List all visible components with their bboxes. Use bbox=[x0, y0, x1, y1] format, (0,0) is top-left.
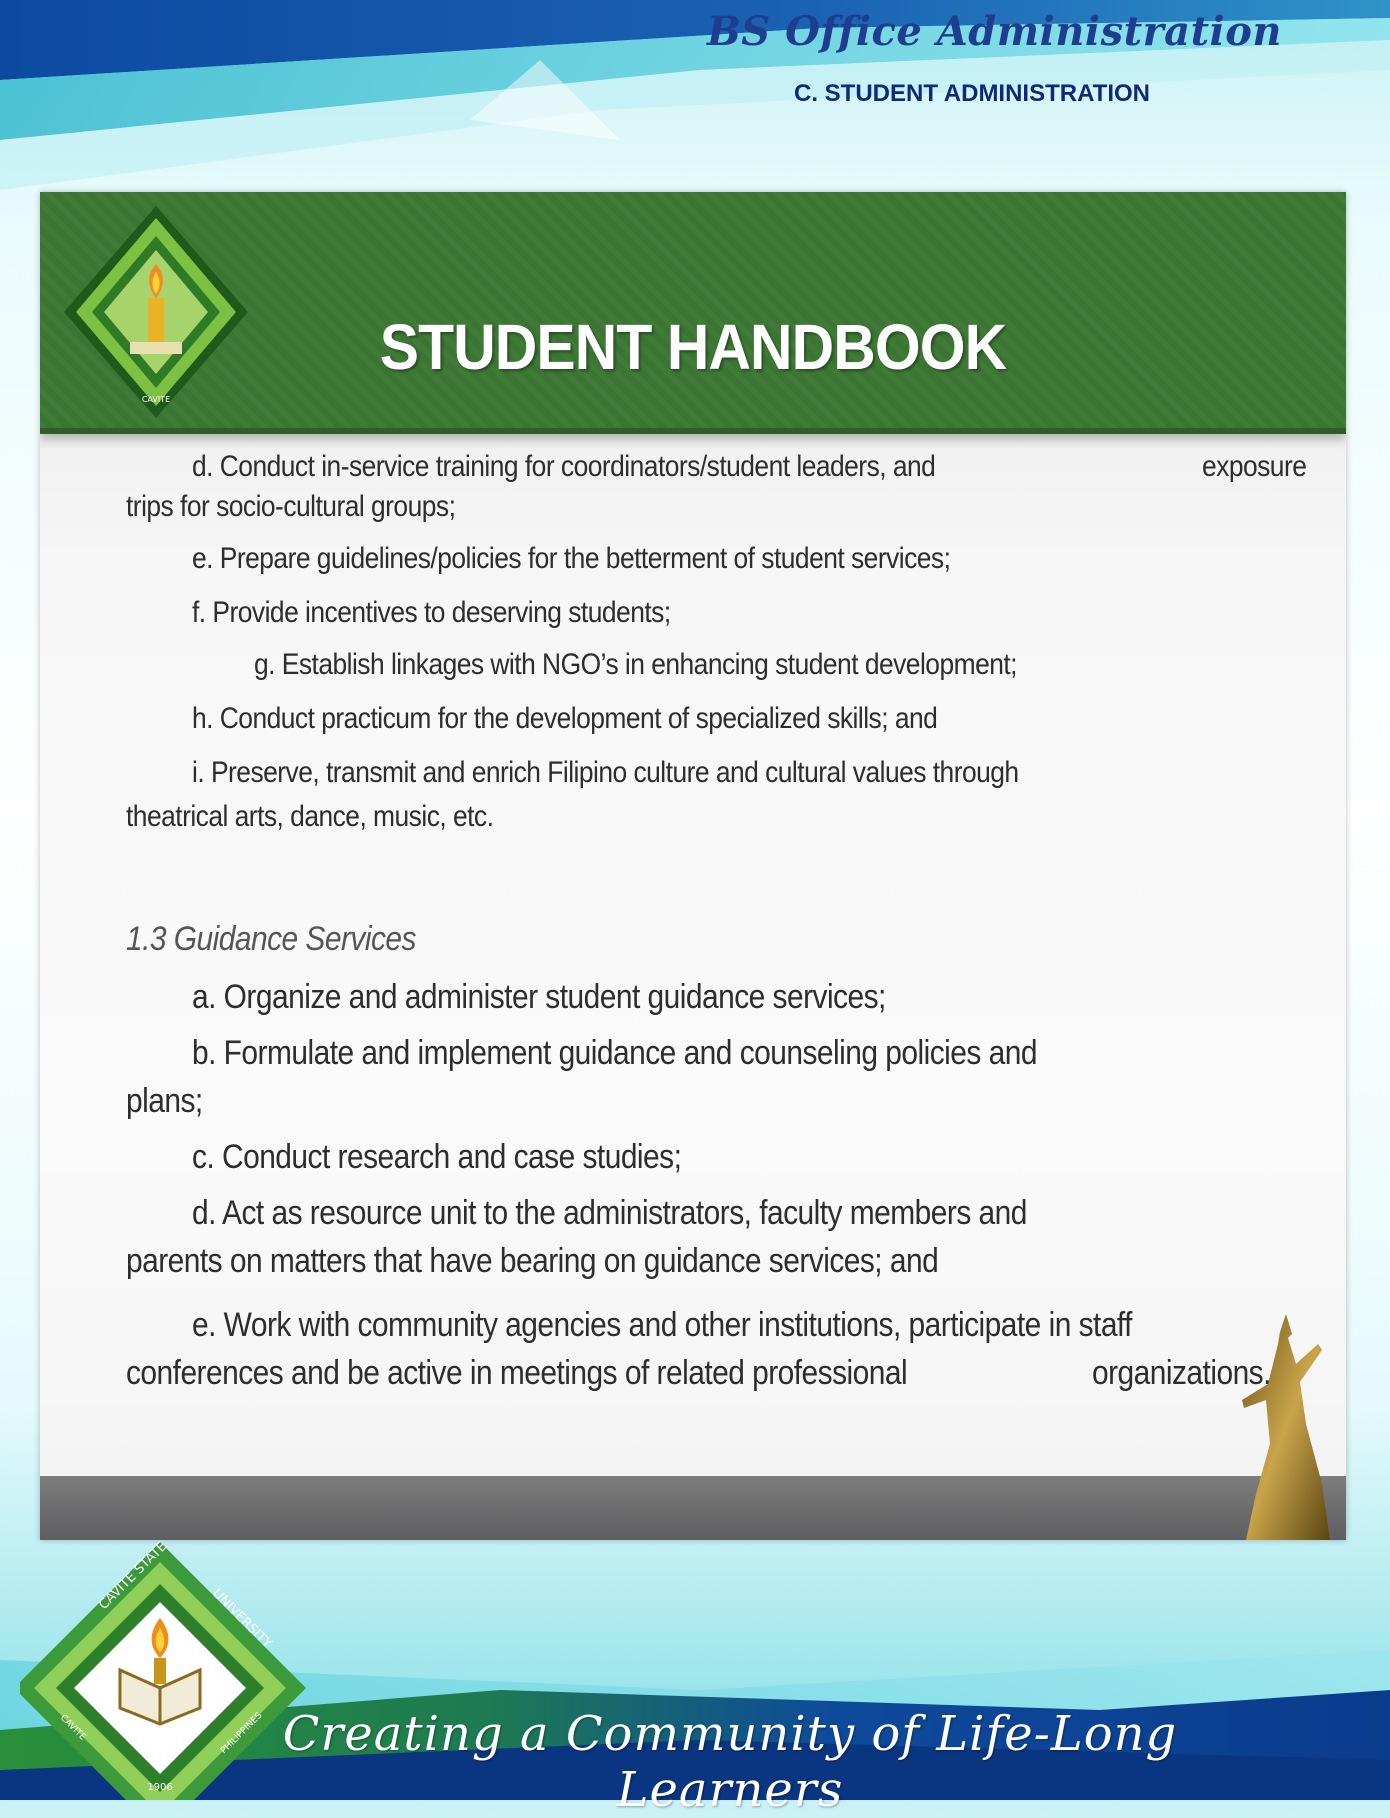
list-item: parents on matters that have bearing on … bbox=[126, 1242, 939, 1280]
list-item: theatrical arts, dance, music, etc. bbox=[126, 800, 494, 833]
list-item: a. Organize and administer student guida… bbox=[192, 978, 886, 1016]
section-title: C. STUDENT ADMINISTRATION bbox=[794, 80, 1150, 107]
slide-footer-bar bbox=[40, 1476, 1346, 1540]
statue-icon bbox=[1242, 1314, 1330, 1540]
list-item: conferences and be active in meetings of… bbox=[126, 1354, 908, 1392]
slide-banner: CAVITE STUDENT HANDBOOK bbox=[40, 192, 1346, 434]
seal-text: 1906 bbox=[147, 1782, 172, 1793]
list-item: i. Preserve, transmit and enrich Filipin… bbox=[192, 756, 1019, 789]
list-item: f. Provide incentives to deserving stude… bbox=[192, 596, 671, 629]
list-item: c. Conduct research and case studies; bbox=[192, 1138, 682, 1176]
list-item: b. Formulate and implement guidance and … bbox=[192, 1034, 1037, 1072]
slide-title: STUDENT HANDBOOK bbox=[379, 311, 1007, 383]
svg-text:CAVITE: CAVITE bbox=[142, 395, 170, 404]
program-title: BS Office Administration bbox=[706, 8, 1282, 55]
list-item: plans; bbox=[126, 1082, 203, 1120]
motto-text: Creating a Community of Life-Long Learne… bbox=[282, 1706, 1178, 1818]
list-item-trailing-word: exposure bbox=[1202, 450, 1307, 483]
list-item: h. Conduct practicum for the development… bbox=[192, 702, 938, 735]
list-item: d. Conduct in-service training for coord… bbox=[192, 450, 936, 483]
list-item: g. Establish linkages with NGO’s in enha… bbox=[254, 648, 1018, 681]
list-item: e. Work with community agencies and othe… bbox=[192, 1306, 1132, 1344]
list-item: trips for socio-cultural groups; bbox=[126, 490, 456, 523]
list-item: d. Act as resource unit to the administr… bbox=[192, 1194, 1027, 1232]
list-item: e. Prepare guidelines/policies for the b… bbox=[192, 542, 951, 575]
handbook-slide: CAVITE STUDENT HANDBOOK d. Conduct in-se… bbox=[40, 192, 1346, 1540]
section-heading: 1.3 Guidance Services bbox=[126, 920, 416, 958]
